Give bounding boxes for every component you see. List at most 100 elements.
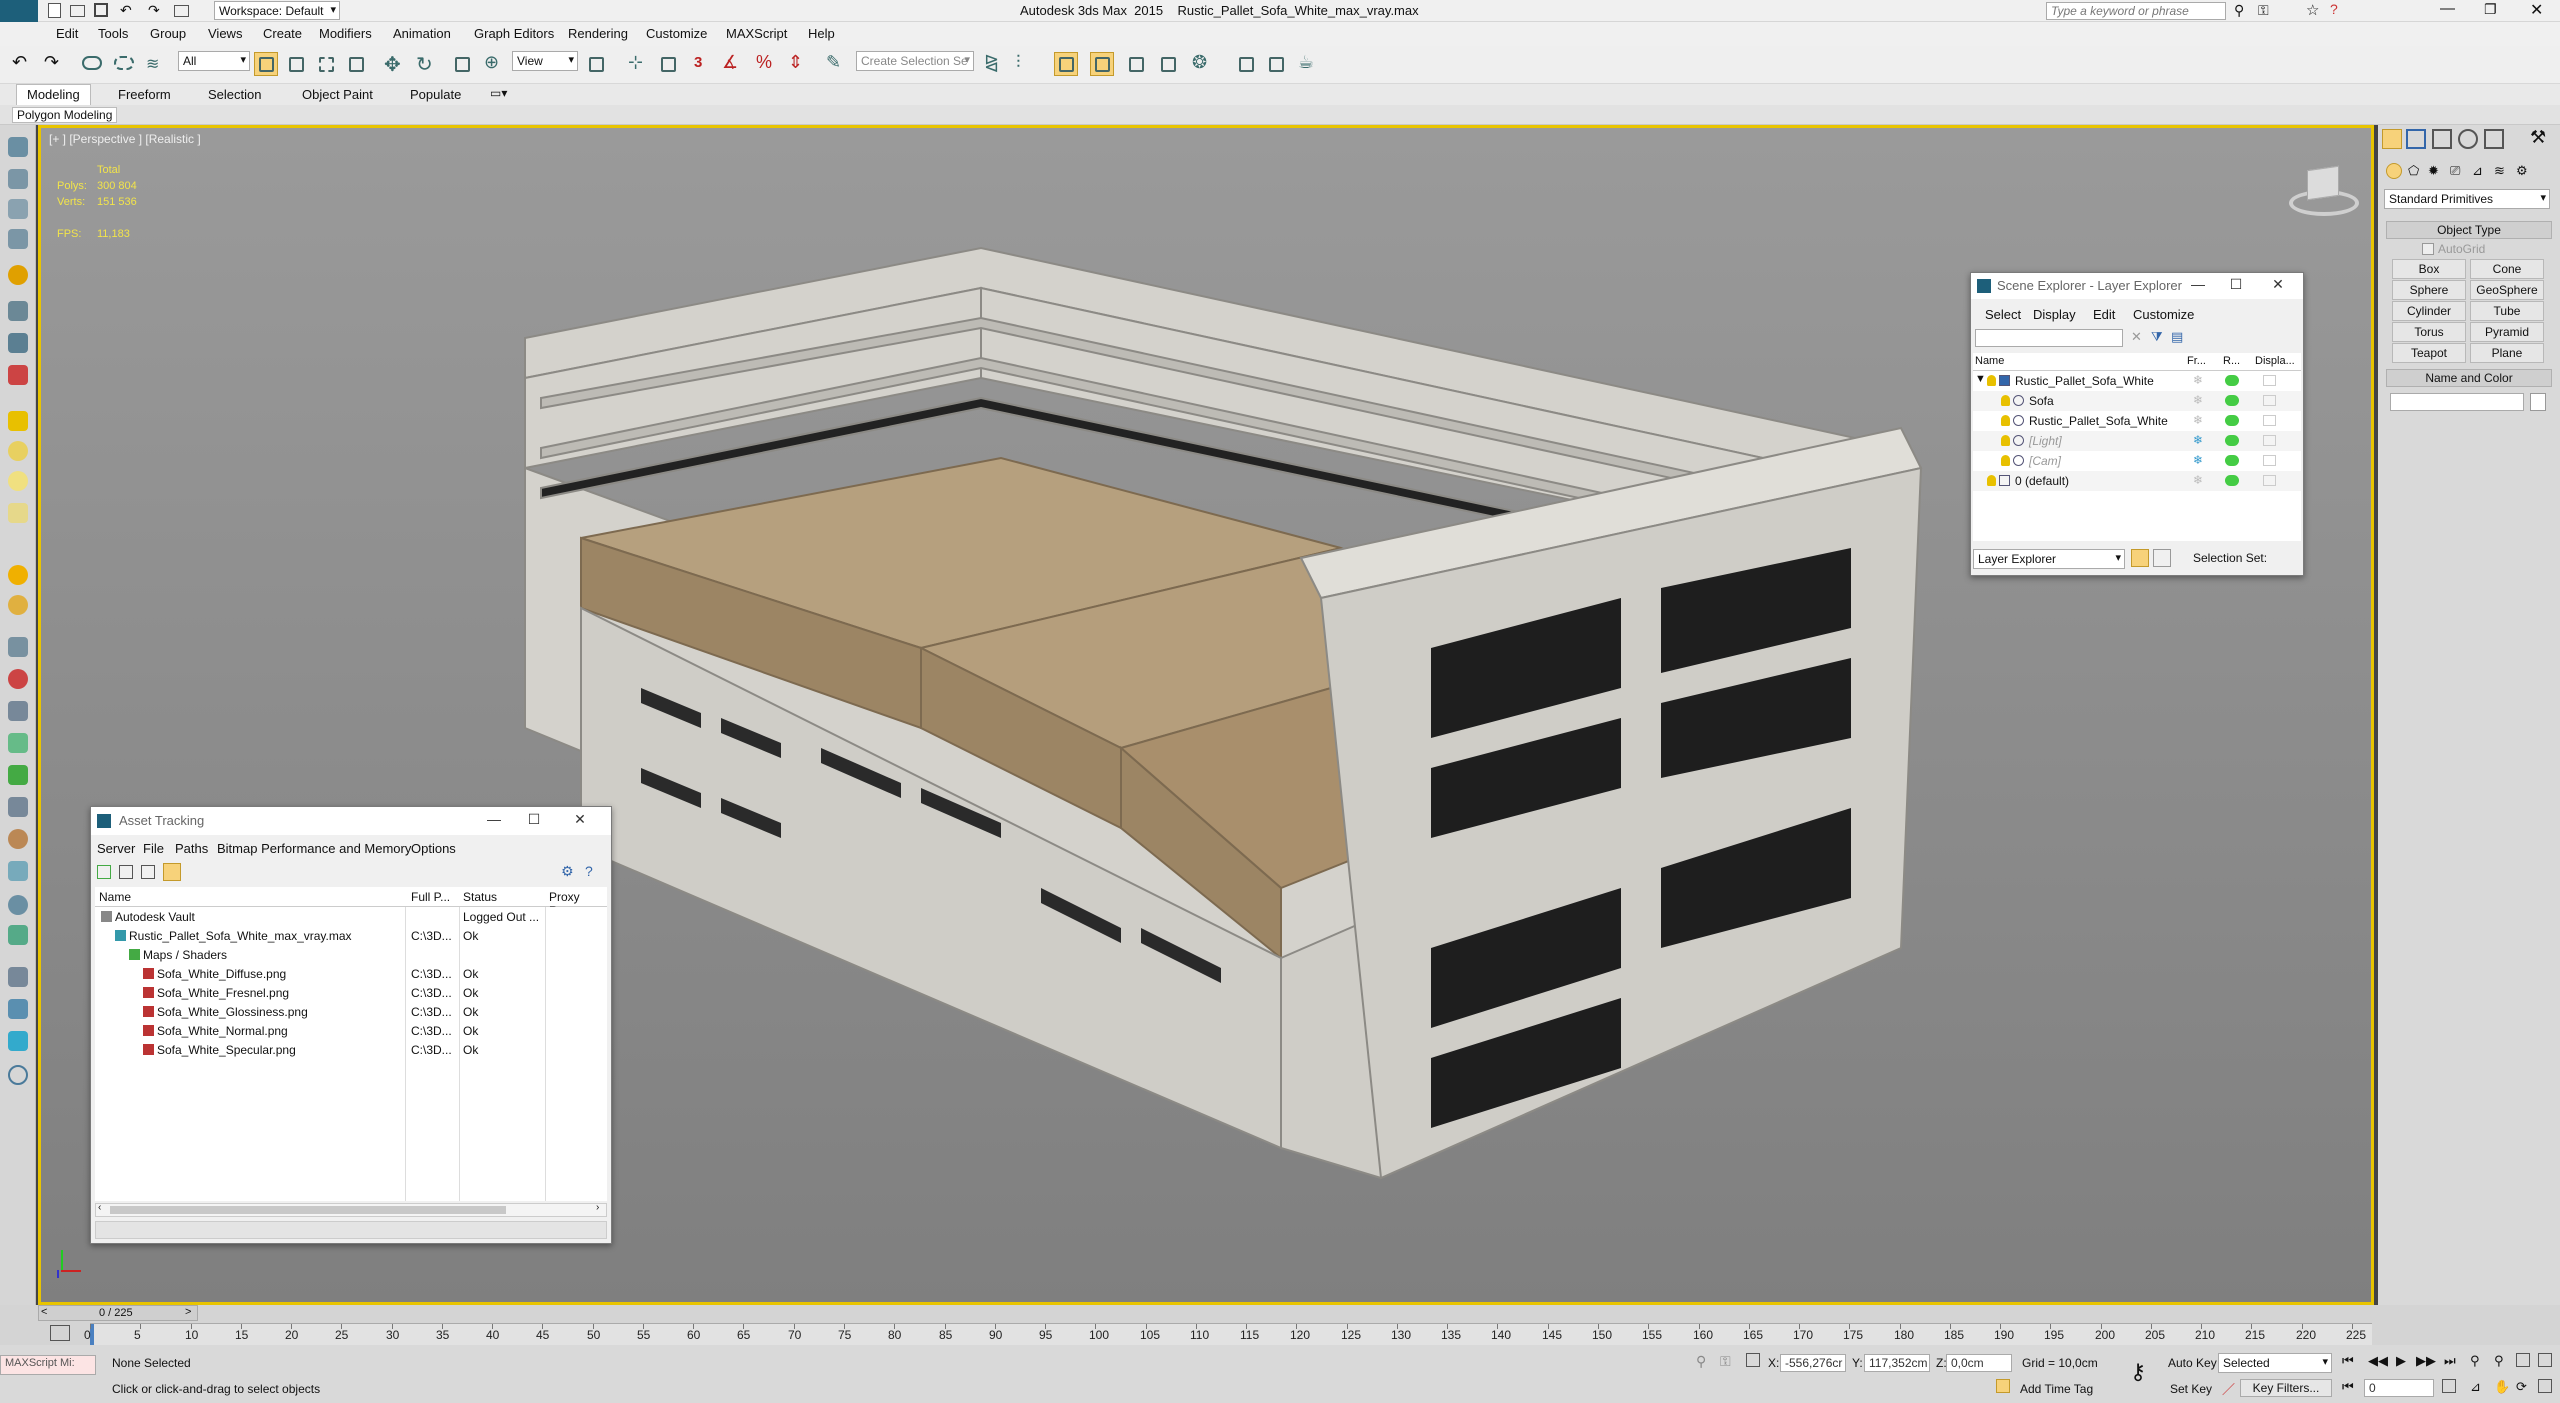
light-bulb-icon[interactable]	[2001, 415, 2010, 426]
tool-icon-14[interactable]	[8, 595, 28, 615]
redo-icon[interactable]: ↷	[148, 2, 160, 19]
transform-mode-icon[interactable]	[1746, 1353, 1760, 1367]
scene-explorer-titlebar[interactable]: Scene Explorer - Layer Explorer	[1971, 273, 2303, 299]
tool-icon-8[interactable]	[8, 365, 28, 385]
schematic-view-icon[interactable]: ❂	[1192, 52, 1207, 73]
freeze-snowflake-icon[interactable]: ❄	[2193, 373, 2203, 387]
asset-tracking-window[interactable]: Asset Tracking — ☐ ✕ Server File Paths B…	[90, 806, 612, 1244]
time-slider-prev-icon[interactable]: <	[41, 1306, 47, 1318]
tab-object-paint[interactable]: Object Paint	[302, 87, 373, 102]
se-col-freeze[interactable]: Fr...	[2187, 355, 2206, 367]
favorites-star-icon[interactable]: ☆	[2306, 1, 2319, 19]
asset-row[interactable]: Sofa_White_Specular.png C:\3D... Ok	[95, 1040, 607, 1059]
freeze-snowflake-icon[interactable]: ❄	[2193, 393, 2203, 407]
maximize-viewport-icon[interactable]	[2538, 1379, 2552, 1393]
pivot-point-center-button[interactable]	[584, 52, 608, 76]
menu-graph-editors[interactable]: Graph Editors	[474, 26, 554, 41]
current-frame-field[interactable]: 0	[2364, 1379, 2434, 1397]
freeze-snowflake-icon[interactable]: ❄	[2193, 413, 2203, 427]
project-folder-icon[interactable]	[174, 5, 189, 17]
menu-tools[interactable]: Tools	[98, 26, 128, 41]
create-box-button[interactable]: Box	[2392, 259, 2466, 279]
asset-row[interactable]: Rustic_Pallet_Sofa_White_max_vray.max C:\…	[95, 926, 607, 945]
asset-row[interactable]: Sofa_White_Fresnel.png C:\3D... Ok	[95, 983, 607, 1002]
create-sphere-button[interactable]: Sphere	[2392, 280, 2466, 300]
render-teapot-icon[interactable]	[2225, 395, 2239, 406]
tool-icon-2[interactable]	[8, 169, 28, 189]
light-bulb-icon[interactable]	[2001, 455, 2010, 466]
asset-menu-server[interactable]: Server	[97, 841, 135, 856]
se-menu-select[interactable]: Select	[1985, 307, 2021, 322]
unlink-selection-icon[interactable]	[114, 56, 134, 70]
create-pyramid-button[interactable]: Pyramid	[2470, 322, 2544, 342]
mirror-icon[interactable]: ⧎	[984, 52, 999, 73]
tool-icon-3[interactable]	[8, 199, 28, 219]
x-coordinate-field[interactable]: -556,276cr	[1780, 1354, 1846, 1372]
select-and-scale-button[interactable]	[450, 52, 474, 76]
create-tube-button[interactable]: Tube	[2470, 301, 2544, 321]
tool-icon-7[interactable]	[8, 333, 28, 353]
systems-icon[interactable]: ⚙	[2516, 163, 2528, 179]
light-bulb-icon[interactable]	[1987, 475, 1996, 486]
light-bulb-icon[interactable]	[1987, 375, 1996, 386]
display-box-icon[interactable]	[2263, 415, 2276, 426]
render-teapot-icon[interactable]	[2225, 375, 2239, 386]
key-mode-toggle-icon[interactable]: ⏮	[2342, 1379, 2354, 1395]
select-and-rotate-icon[interactable]: ↻	[416, 52, 433, 77]
scene-explorer-window[interactable]: Scene Explorer - Layer Explorer — ☐ ✕ Se…	[1970, 272, 2304, 576]
add-time-tag[interactable]: Add Time Tag	[2020, 1382, 2093, 1396]
shapes-icon[interactable]: ⬠	[2408, 163, 2419, 179]
modify-tab-icon[interactable]	[2406, 129, 2426, 149]
display-box-icon[interactable]	[2263, 395, 2276, 406]
scene-tree-row[interactable]: [Light] ❄	[1973, 431, 2301, 451]
menu-help[interactable]: Help	[808, 26, 835, 41]
add-time-tag-icon[interactable]	[1996, 1379, 2010, 1393]
spacewarps-icon[interactable]: ≋	[2494, 163, 2505, 179]
reference-coordinate-dropdown[interactable]: View	[512, 51, 578, 71]
asset-row[interactable]: Sofa_White_Normal.png C:\3D... Ok	[95, 1021, 607, 1040]
create-tab-icon[interactable]	[2382, 129, 2402, 149]
tool-icon-15[interactable]	[8, 637, 28, 657]
prev-frame-icon[interactable]: ◀◀	[2368, 1353, 2388, 1369]
pan-icon[interactable]: ✋	[2494, 1379, 2510, 1395]
table-view-icon[interactable]	[141, 865, 155, 879]
tool-icon-4[interactable]	[8, 229, 28, 249]
tool-icon-21[interactable]	[8, 829, 28, 849]
tool-icon-24[interactable]	[8, 925, 28, 945]
isolate-icon[interactable]: ⚲	[1696, 1353, 1706, 1370]
ribbon-options-icon[interactable]: ▭▾	[490, 86, 507, 100]
render-teapot-icon[interactable]	[2225, 415, 2239, 426]
se-options-icon[interactable]: ▤	[2171, 329, 2183, 345]
se-menu-customize[interactable]: Customize	[2133, 307, 2194, 322]
tool-icon-17[interactable]	[8, 701, 28, 721]
new-file-icon[interactable]	[48, 3, 61, 18]
selection-filter-dropdown[interactable]: All	[178, 51, 250, 71]
utilities-tab-icon[interactable]: ⚒	[2530, 127, 2546, 148]
se-minimize-icon[interactable]: —	[2183, 276, 2213, 296]
asset-menu-paths[interactable]: Paths	[175, 841, 208, 856]
freeze-snowflake-icon[interactable]: ❄	[2193, 453, 2203, 467]
zoom-all-icon[interactable]: ⚲	[2494, 1353, 2504, 1369]
col-name[interactable]: Name	[99, 890, 131, 904]
play-icon[interactable]: ▶	[2396, 1353, 2406, 1369]
render-teapot-icon[interactable]	[2225, 475, 2239, 486]
vault-connect-icon[interactable]: ⚙	[561, 863, 574, 880]
asset-maximize-icon[interactable]: ☐	[519, 811, 549, 831]
object-name-input[interactable]	[2390, 393, 2524, 411]
se-maximize-icon[interactable]: ☐	[2221, 276, 2251, 296]
scroll-left-icon[interactable]: ‹	[98, 1202, 101, 1213]
render-production-icon[interactable]: ☕	[1298, 52, 1314, 73]
tool-icon-12[interactable]	[8, 503, 28, 523]
scene-tree-row[interactable]: 0 (default) ❄	[1973, 471, 2301, 491]
explorer-type-dropdown[interactable]: Layer Explorer	[1973, 549, 2125, 569]
tool-icon-16[interactable]	[8, 669, 28, 689]
orbit-icon[interactable]: ⟳	[2516, 1379, 2527, 1395]
menu-rendering[interactable]: Rendering	[568, 26, 628, 41]
hierarchy-tab-icon[interactable]	[2432, 129, 2452, 149]
display-box-icon[interactable]	[2263, 455, 2276, 466]
open-file-icon[interactable]	[70, 5, 85, 17]
tool-icon-26[interactable]	[8, 999, 28, 1019]
tool-icon-11[interactable]	[8, 471, 28, 491]
se-menu-edit[interactable]: Edit	[2093, 307, 2115, 322]
asset-row[interactable]: Sofa_White_Diffuse.png C:\3D... Ok	[95, 964, 607, 983]
